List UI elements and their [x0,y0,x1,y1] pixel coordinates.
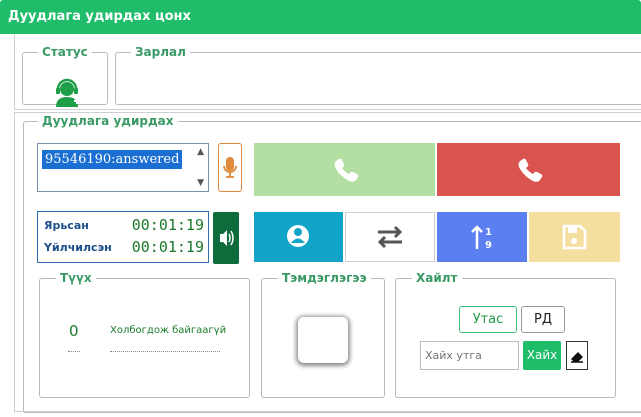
volume-icon [220,230,234,246]
user-circle-icon [287,225,309,247]
scroll-up-icon[interactable]: ▲ [197,147,204,157]
status-fieldset: Статус [22,44,108,108]
microphone-icon [223,157,237,178]
volume-button[interactable] [213,212,239,264]
microphone-button[interactable] [218,143,242,192]
tab-rd[interactable]: РД [521,306,565,333]
customer-info-button[interactable] [254,212,343,262]
history-count-underline [68,351,80,352]
phone-icon [518,158,543,182]
status-legend: Статус [38,44,92,60]
phone-icon [334,158,359,182]
call-timers: Ярьсан 00:01:19 Үйлчилсэн 00:01:19 [37,211,209,263]
note-box[interactable] [298,317,348,363]
talked-label: Ярьсан [44,219,89,232]
talked-value: 00:01:19 [131,216,204,234]
search-button[interactable]: Хайх [523,341,561,370]
search-input[interactable] [420,341,519,370]
history-legend: Түүх [56,270,96,286]
search-fieldset: Хайлт Утас РД Хайх [395,270,616,398]
search-legend: Хайлт [412,270,462,286]
history-fieldset: Түүх 0 Холбогдож байгаагүй [39,270,250,398]
call-list-item-selected[interactable]: 95546190:answered [42,150,183,169]
announcement-legend: Зарлал [131,44,190,60]
sort-numeric-icon: 1 9 [471,225,492,251]
save-button[interactable] [529,212,620,262]
history-status-underline [110,351,220,352]
history-count: 0 [69,322,79,340]
call-list[interactable]: 95546190:answered ▲ ▼ [37,143,209,192]
transfer-arrows-icon [377,225,403,249]
save-icon [562,224,587,250]
call-control-legend: Дуудлага удирдах [38,113,178,129]
eraser-icon [571,352,583,363]
sort-button[interactable]: 1 9 [437,212,527,262]
served-value: 00:01:19 [131,238,204,256]
clear-search-button[interactable] [566,341,588,370]
served-timer-row: Үйлчилсэн 00:01:19 [44,238,204,256]
window-header: Дуудлага удирдах цонх [0,0,641,34]
served-label: Үйлчилсэн [44,241,112,254]
scroll-down-icon[interactable]: ▼ [197,178,204,188]
window-title: Дуудлага удирдах цонх [8,9,191,24]
talked-timer-row: Ярьсан 00:01:19 [44,216,204,234]
svg-text:9: 9 [485,240,492,251]
answer-button[interactable] [254,143,435,196]
note-legend: Тэмдэглэгээ [278,270,371,286]
svg-text:1: 1 [485,227,492,238]
agent-headset-icon[interactable] [52,78,82,108]
history-status-text: Холбогдож байгаагүй [110,325,227,336]
note-fieldset: Тэмдэглэгээ [261,270,385,398]
tab-phone[interactable]: Утас [459,306,517,333]
announcement-fieldset: Зарлал [115,44,641,105]
hangup-button[interactable] [437,143,620,196]
transfer-button[interactable] [345,212,435,262]
